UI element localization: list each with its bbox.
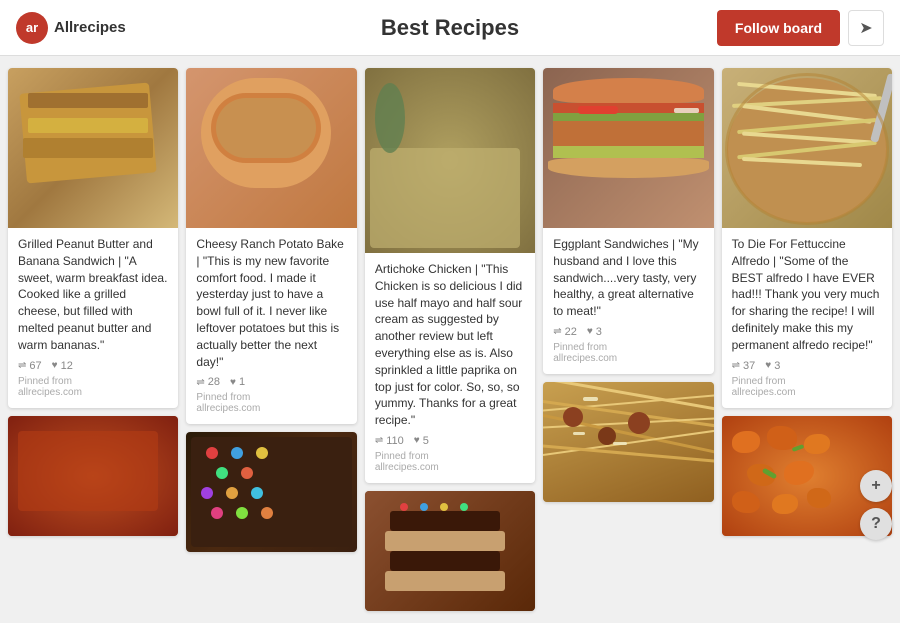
pin-card-bottom[interactable]: [186, 432, 356, 552]
pin-board: Grilled Peanut Butter and Banana Sandwic…: [0, 56, 900, 623]
pin-source: Pinned from allrecipes.com: [18, 376, 168, 398]
pinned-from-label: Pinned from: [18, 376, 72, 387]
pin-card-bottom[interactable]: [543, 382, 713, 502]
heart-icon: ♥: [52, 360, 58, 371]
like-count: ♥ 12: [52, 360, 73, 372]
pin-stats: ⇌ 110 ♥ 5: [375, 435, 525, 447]
pin-image: [365, 68, 535, 253]
pin-card[interactable]: Cheesy Ranch Potato Bake | "This is my n…: [186, 68, 356, 424]
header-actions: Follow board ➤: [717, 10, 884, 46]
pin-stats: ⇌ 37 ♥ 3: [732, 360, 882, 372]
pin-card[interactable]: Grilled Peanut Butter and Banana Sandwic…: [8, 68, 178, 408]
logo-icon: ar: [16, 12, 48, 44]
pin-title: To Die For Fettuccine Alfredo | "Some of…: [732, 236, 882, 354]
pin-card[interactable]: Artichoke Chicken | "This Chicken is so …: [365, 68, 535, 483]
pin-title: Artichoke Chicken | "This Chicken is so …: [375, 261, 525, 429]
heart-icon: ♥: [230, 377, 236, 388]
pin-card-bottom[interactable]: [365, 491, 535, 611]
pin-title: Eggplant Sandwiches | "My husband and I …: [553, 236, 703, 320]
column-1: Grilled Peanut Butter and Banana Sandwic…: [8, 68, 178, 611]
like-count: ♥ 1: [230, 376, 245, 388]
column-4: Eggplant Sandwiches | "My husband and I …: [543, 68, 713, 611]
like-count: ♥ 5: [414, 435, 429, 447]
pin-image: [186, 68, 356, 228]
help-button[interactable]: ?: [860, 508, 892, 540]
pin-stats: ⇌ 28 ♥ 1: [196, 376, 346, 388]
brand-name: Allrecipes: [54, 19, 126, 36]
heart-icon: ♥: [765, 360, 771, 371]
pin-title: Grilled Peanut Butter and Banana Sandwic…: [18, 236, 168, 354]
heart-icon: ♥: [587, 326, 593, 337]
pin-image: [543, 68, 713, 228]
repin-icon: ⇌: [732, 360, 740, 371]
like-count: ♥ 3: [765, 360, 780, 372]
column-2: Cheesy Ranch Potato Bake | "This is my n…: [186, 68, 356, 611]
pin-title: Cheesy Ranch Potato Bake | "This is my n…: [196, 236, 346, 370]
send-button[interactable]: ➤: [848, 10, 884, 46]
repin-count: ⇌ 22: [553, 326, 577, 338]
like-count: ♥ 3: [587, 326, 602, 338]
pin-body: To Die For Fettuccine Alfredo | "Some of…: [722, 228, 892, 408]
column-3: Artichoke Chicken | "This Chicken is so …: [365, 68, 535, 611]
repin-count: ⇌ 28: [196, 376, 220, 388]
header-logo: ar Allrecipes: [16, 12, 126, 44]
pin-source: Pinned from allrecipes.com: [196, 392, 346, 414]
repin-icon: ⇌: [196, 377, 204, 388]
pin-stats: ⇌ 22 ♥ 3: [553, 326, 703, 338]
pin-source: Pinned from allrecipes.com: [553, 342, 703, 364]
heart-icon: ♥: [414, 435, 420, 446]
pin-body: Eggplant Sandwiches | "My husband and I …: [543, 228, 713, 374]
pin-image: [8, 68, 178, 228]
page-title: Best Recipes: [381, 15, 519, 41]
pin-body: Grilled Peanut Butter and Banana Sandwic…: [8, 228, 178, 408]
repin-count: ⇌ 37: [732, 360, 756, 372]
pin-image-bottom: [543, 382, 713, 502]
pin-card[interactable]: Eggplant Sandwiches | "My husband and I …: [543, 68, 713, 374]
pin-card-bottom[interactable]: [8, 416, 178, 536]
pin-image-bottom: [365, 491, 535, 611]
zoom-in-button[interactable]: +: [860, 470, 892, 502]
repin-icon: ⇌: [375, 435, 383, 446]
pin-image-bottom: [8, 416, 178, 536]
pin-source: Pinned from allrecipes.com: [732, 376, 882, 398]
send-icon: ➤: [859, 18, 872, 38]
side-buttons: + ?: [860, 470, 892, 540]
repin-count: ⇌ 67: [18, 360, 42, 372]
pin-source: Pinned from allrecipes.com: [375, 451, 525, 473]
follow-board-button[interactable]: Follow board: [717, 10, 840, 46]
pin-body: Cheesy Ranch Potato Bake | "This is my n…: [186, 228, 356, 424]
pin-image: [722, 68, 892, 228]
pin-stats: ⇌ 67 ♥ 12: [18, 360, 168, 372]
pin-card[interactable]: To Die For Fettuccine Alfredo | "Some of…: [722, 68, 892, 408]
repin-icon: ⇌: [18, 360, 26, 371]
repin-count: ⇌ 110: [375, 435, 404, 447]
repin-icon: ⇌: [553, 326, 561, 337]
pin-body: Artichoke Chicken | "This Chicken is so …: [365, 253, 535, 483]
pin-image-bottom: [186, 432, 356, 552]
header: ar Allrecipes Best Recipes Follow board …: [0, 0, 900, 56]
